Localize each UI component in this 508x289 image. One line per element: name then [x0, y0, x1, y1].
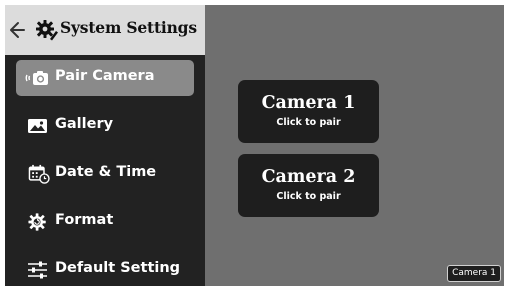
sidebar-item-label: Gallery: [55, 116, 114, 132]
sidebar-item-label: Pair Camera: [55, 68, 155, 84]
active-camera-badge: Camera 1: [447, 265, 501, 282]
sidebar-item-format[interactable]: Format: [16, 204, 194, 240]
camera-signal-icon: [25, 71, 48, 85]
sidebar-item-label: Date & Time: [55, 164, 157, 180]
sidebar-item-label: Default Setting: [55, 260, 181, 276]
camera-2-card[interactable]: Camera 2 Click to pair: [238, 154, 379, 217]
sidebar: System Settings Pair Camera Gallery Date…: [5, 5, 205, 286]
camera-1-card[interactable]: Camera 1 Click to pair: [238, 80, 379, 143]
gear-icon: [36, 20, 58, 41]
camera-pair-hint: Click to pair: [276, 191, 341, 202]
image-icon: [28, 119, 47, 133]
sidebar-item-pair-camera[interactable]: Pair Camera: [16, 60, 194, 96]
sidebar-header: System Settings: [5, 5, 205, 55]
camera-pair-hint: Click to pair: [276, 117, 341, 128]
camera-name: Camera 1: [261, 93, 356, 113]
app-frame: System Settings Pair Camera Gallery Date…: [5, 5, 504, 286]
format-gear-icon: [28, 213, 46, 231]
sidebar-item-default-setting[interactable]: Default Setting: [16, 252, 194, 286]
sidebar-item-gallery[interactable]: Gallery: [16, 108, 194, 144]
sidebar-item-label: Format: [55, 212, 114, 228]
page-title: System Settings: [60, 18, 197, 37]
camera-name: Camera 2: [261, 167, 356, 187]
calendar-clock-icon: [28, 164, 50, 184]
sliders-icon: [28, 261, 47, 279]
arrow-left-icon[interactable]: [9, 19, 27, 41]
sidebar-item-date-time[interactable]: Date & Time: [16, 156, 194, 192]
